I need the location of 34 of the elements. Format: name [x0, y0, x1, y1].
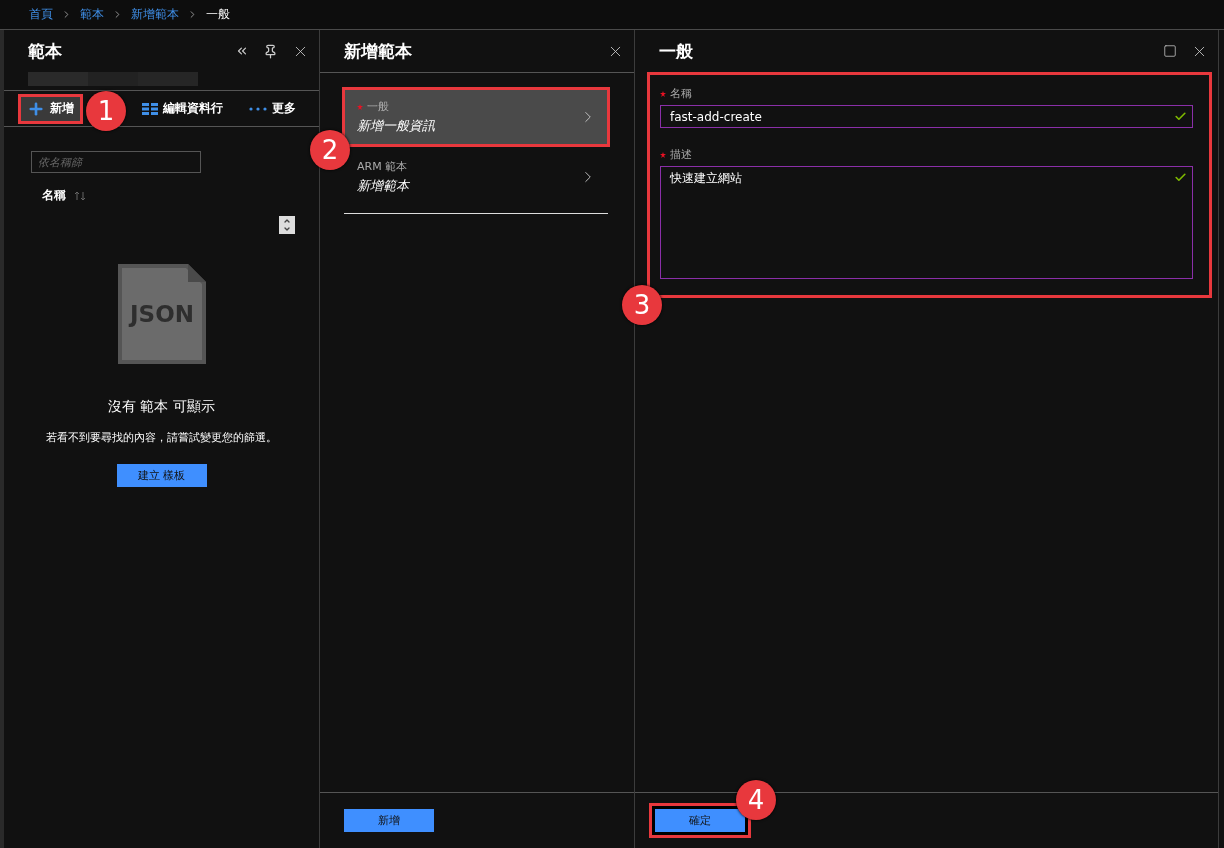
columns-icon: [142, 102, 158, 115]
maximize-icon[interactable]: [1163, 44, 1177, 58]
empty-message: 若看不到要尋找的內容，請嘗試變更您的篩選。: [46, 430, 277, 445]
breadcrumb-link[interactable]: 首頁: [29, 6, 53, 23]
search-field[interactable]: 依名稱篩: [31, 151, 201, 173]
toolbar-button[interactable]: 編輯資料行: [133, 93, 232, 124]
pin-icon[interactable]: [263, 43, 278, 59]
breadcrumb-link[interactable]: 一般: [206, 6, 230, 23]
create-template-button[interactable]: 建立 樣板: [116, 464, 207, 487]
panel-title: 新增範本: [344, 39, 413, 63]
json-file-drawing: JSON: [117, 264, 206, 364]
name-field[interactable]: fast-add-create: [660, 105, 1193, 128]
panel-title: 範本: [28, 39, 63, 63]
callout-badge: 4: [736, 780, 776, 820]
scroll-arrows[interactable]: [279, 216, 295, 234]
callout-badge: 1: [86, 90, 126, 131]
collapse-icon[interactable]: [235, 44, 249, 58]
confirm-button[interactable]: 確定: [655, 809, 745, 832]
toolbar-button[interactable]: 更多: [240, 93, 305, 124]
panel-title: 一般: [659, 39, 694, 63]
callout-badge: 3: [622, 285, 662, 325]
toolbar-button[interactable]: 新增: [18, 93, 83, 124]
empty-title: 沒有 範本 可顯示: [108, 398, 215, 416]
sort-icon[interactable]: [74, 190, 86, 201]
more-icon: [249, 106, 267, 111]
column-header[interactable]: 名稱: [42, 187, 66, 204]
field-label: 名稱: [670, 86, 692, 101]
callout-badge: 2: [310, 130, 350, 170]
breadcrumb-link[interactable]: 範本: [80, 6, 104, 23]
field-label: 描述: [670, 147, 692, 162]
menu-item[interactable]: 一般 新增一般資訊: [342, 87, 610, 147]
description-field[interactable]: 快速建立網站: [660, 166, 1193, 279]
breadcrumb-link[interactable]: 新增範本: [131, 6, 179, 23]
add-button[interactable]: 新增: [344, 809, 434, 832]
